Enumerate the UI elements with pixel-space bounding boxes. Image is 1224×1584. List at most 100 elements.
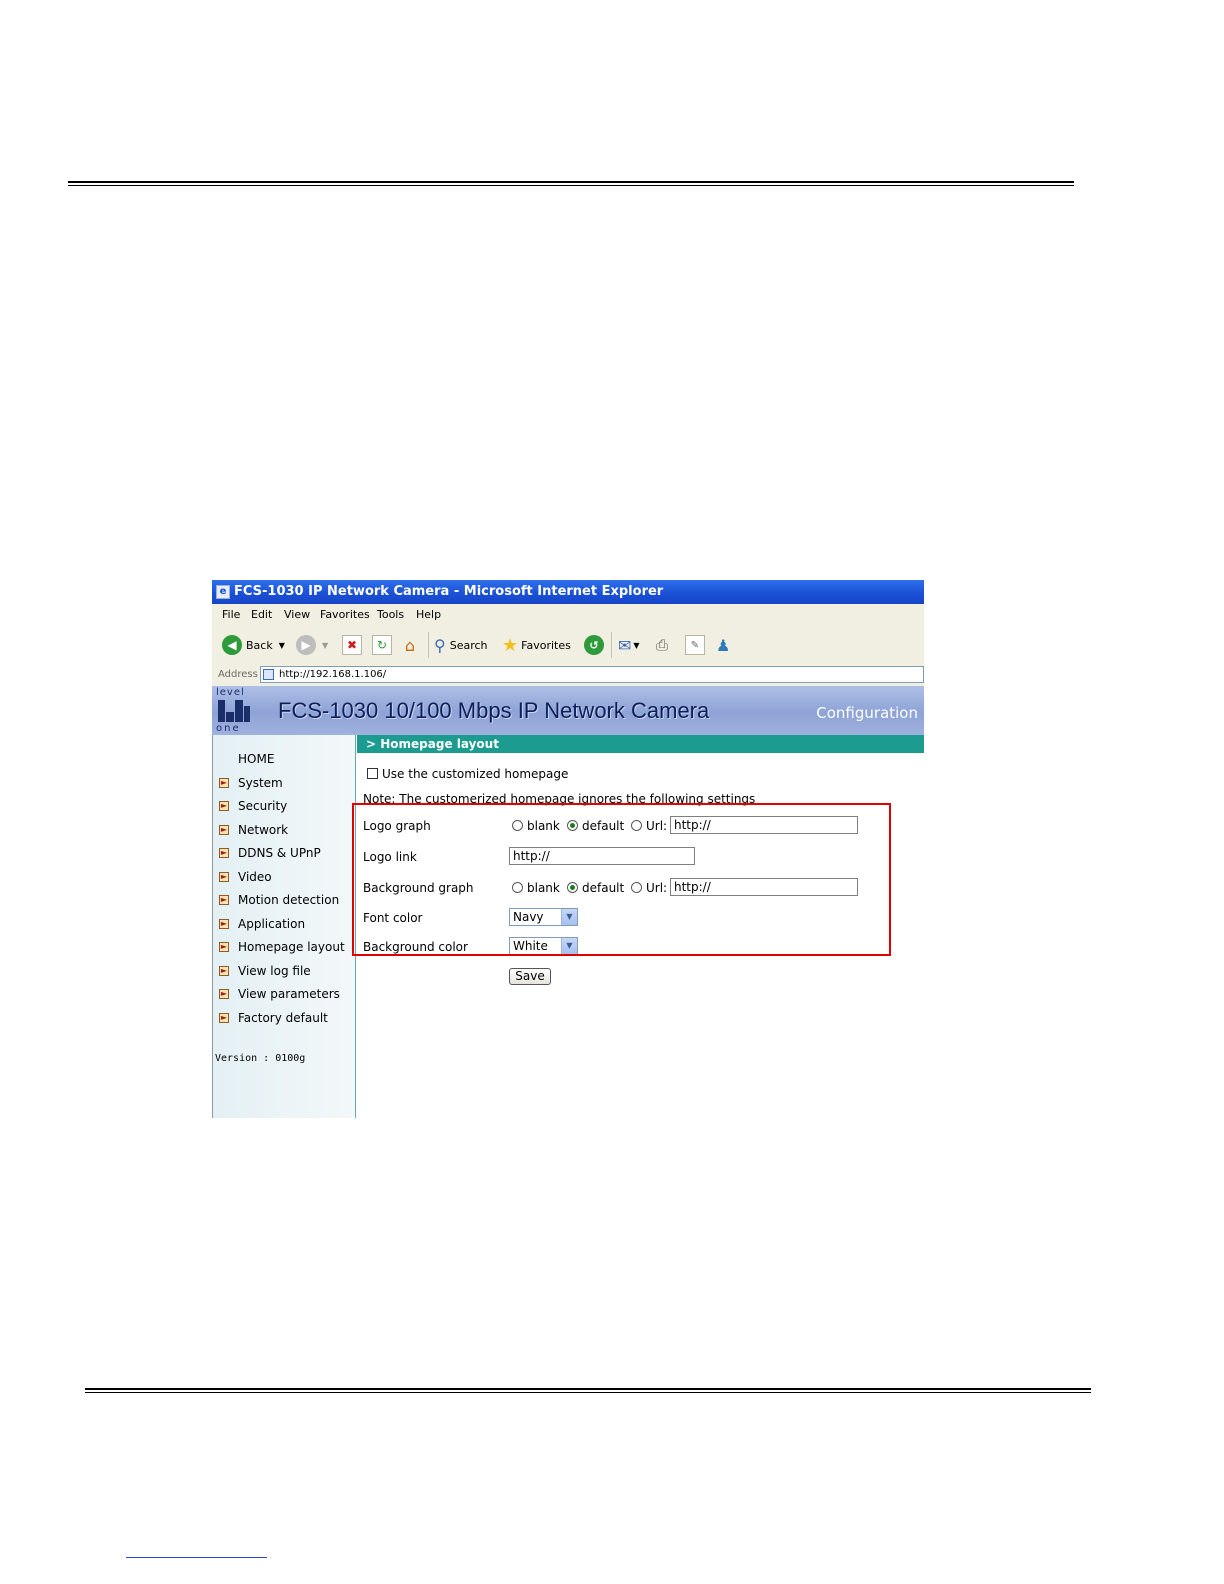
header-rule	[68, 181, 1074, 186]
logo-graph-label: Logo graph	[363, 819, 431, 833]
menu-favorites[interactable]: Favorites	[320, 608, 370, 621]
arrow-right-icon: ►	[219, 966, 229, 976]
sidebar-item-home[interactable]: HOME	[213, 749, 355, 769]
arrow-right-icon: ►	[219, 1013, 229, 1023]
logo-graph-default-radio[interactable]	[567, 820, 578, 831]
background-color-label: Background color	[363, 940, 468, 954]
save-button[interactable]: Save	[509, 968, 551, 985]
background-graph-default-radio[interactable]	[567, 882, 578, 893]
history-icon: ↺	[584, 635, 604, 655]
sidebar-item-label: Application	[238, 917, 306, 931]
customize-homepage-label: Use the customized homepage	[382, 767, 569, 781]
refresh-icon: ↻	[372, 635, 392, 655]
back-button[interactable]: ◀ Back ▼	[222, 634, 285, 656]
sidebar-item-view-log-file[interactable]: ► View log file	[213, 961, 355, 981]
sidebar-item-label: Video	[238, 870, 272, 884]
background-graph-url-input[interactable]: http://	[670, 878, 858, 896]
forward-button[interactable]: ▶ ▼	[296, 634, 328, 656]
messenger-button[interactable]: ♟	[716, 634, 730, 656]
background-graph-url-label: Url:	[646, 881, 668, 895]
sidebar-item-label: HOME	[238, 752, 275, 766]
sidebar-item-label: System	[238, 776, 283, 790]
mail-icon: ✉	[618, 635, 632, 655]
chevron-down-icon[interactable]: ▼	[561, 909, 577, 925]
sidebar-item-network[interactable]: ► Network	[213, 820, 355, 840]
sidebar-item-view-parameters[interactable]: ► View parameters	[213, 984, 355, 1004]
arrow-right-icon: ►	[219, 989, 229, 999]
toolbar-separator	[428, 632, 429, 658]
logo-block	[226, 712, 234, 722]
search-button[interactable]: ⚲ Search	[434, 634, 488, 656]
home-button[interactable]: ⌂	[401, 634, 419, 656]
logo-graph-url-input[interactable]: http://	[670, 816, 858, 834]
arrow-right-icon: ►	[219, 895, 229, 905]
sidebar-item-application[interactable]: ► Application	[213, 914, 355, 934]
firmware-version: Version : 0100g	[215, 1053, 306, 1064]
logo-graph-default-label: default	[582, 819, 625, 833]
print-button[interactable]: ⎙	[656, 634, 668, 656]
stop-button[interactable]: ✖	[342, 634, 362, 656]
title-bar: e FCS-1030 IP Network Camera - Microsoft…	[212, 580, 924, 604]
star-icon: ★	[502, 634, 519, 656]
logo-graph-url-radio[interactable]	[631, 820, 642, 831]
config-content: > Homepage layout Use the customized hom…	[356, 735, 924, 1118]
background-graph-url-radio[interactable]	[631, 882, 642, 893]
sidebar-item-factory-default[interactable]: ► Factory default	[213, 1008, 355, 1028]
logo-link-label: Logo link	[363, 850, 417, 864]
chevron-down-icon[interactable]: ▼	[561, 938, 577, 954]
browser-window: e FCS-1030 IP Network Camera - Microsoft…	[212, 580, 924, 1118]
logo-block	[218, 700, 225, 722]
logo-block	[244, 706, 250, 722]
messenger-icon: ♟	[716, 635, 731, 655]
background-color-value: White	[513, 939, 548, 953]
address-input[interactable]: http://192.168.1.106/	[260, 666, 924, 683]
favorites-button[interactable]: ★ Favorites	[502, 634, 571, 656]
favorites-label: Favorites	[521, 638, 571, 652]
menu-help[interactable]: Help	[416, 608, 441, 621]
sidebar-item-system[interactable]: ► System	[213, 773, 355, 793]
sidebar-item-label: Homepage layout	[238, 940, 345, 954]
toolbar: ◀ Back ▼ ▶ ▼ ✖ ↻ ⌂ ⚲ Search ★ Favorites …	[212, 626, 924, 665]
customize-homepage-checkbox[interactable]	[367, 768, 378, 779]
forward-dropdown-icon[interactable]: ▼	[322, 641, 328, 650]
menu-view[interactable]: View	[284, 608, 310, 621]
background-color-select[interactable]: White ▼	[509, 937, 578, 955]
arrow-right-icon: ►	[219, 848, 229, 858]
footer-link-underline	[126, 1557, 267, 1558]
menu-file[interactable]: File	[222, 608, 240, 621]
sidebar-item-label: View log file	[238, 964, 311, 978]
mail-dropdown-icon[interactable]: ▼	[633, 641, 639, 650]
logo-graph-blank-radio[interactable]	[512, 820, 523, 831]
settings-note: Note: The customerized homepage ignores …	[363, 792, 756, 806]
arrow-right-icon: ►	[219, 872, 229, 882]
camera-banner: level one FCS-1030 10/100 Mbps IP Networ…	[212, 686, 924, 735]
edit-icon: ✎	[685, 635, 705, 655]
forward-arrow-icon: ▶	[296, 635, 316, 655]
configuration-label: Configuration	[816, 704, 918, 722]
print-icon: ⎙	[656, 636, 669, 654]
background-graph-blank-radio[interactable]	[512, 882, 523, 893]
sidebar-item-homepage-layout[interactable]: ► Homepage layout	[213, 937, 355, 957]
back-arrow-icon: ◀	[222, 635, 242, 655]
sidebar-item-security[interactable]: ► Security	[213, 796, 355, 816]
mail-button[interactable]: ✉ ▼	[618, 634, 640, 656]
logo-link-input[interactable]: http://	[509, 847, 695, 865]
page-icon	[263, 669, 274, 680]
arrow-right-icon: ►	[219, 825, 229, 835]
sidebar-item-video[interactable]: ► Video	[213, 867, 355, 887]
back-dropdown-icon[interactable]: ▼	[279, 641, 285, 650]
refresh-button[interactable]: ↻	[372, 634, 392, 656]
arrow-right-icon: ►	[219, 942, 229, 952]
sidebar-item-motion-detection[interactable]: ► Motion detection	[213, 890, 355, 910]
sidebar-item-ddns-upnp[interactable]: ► DDNS & UPnP	[213, 843, 355, 863]
arrow-right-icon: ►	[219, 778, 229, 788]
menu-tools[interactable]: Tools	[377, 608, 404, 621]
menu-edit[interactable]: Edit	[251, 608, 272, 621]
history-button[interactable]: ↺	[584, 634, 604, 656]
font-color-select[interactable]: Navy ▼	[509, 908, 578, 926]
sidebar-item-label: View parameters	[238, 987, 340, 1001]
menu-bar: File Edit View Favorites Tools Help	[212, 604, 924, 627]
edit-button[interactable]: ✎	[685, 634, 705, 656]
background-graph-label: Background graph	[363, 881, 474, 895]
section-title: > Homepage layout	[357, 735, 924, 753]
